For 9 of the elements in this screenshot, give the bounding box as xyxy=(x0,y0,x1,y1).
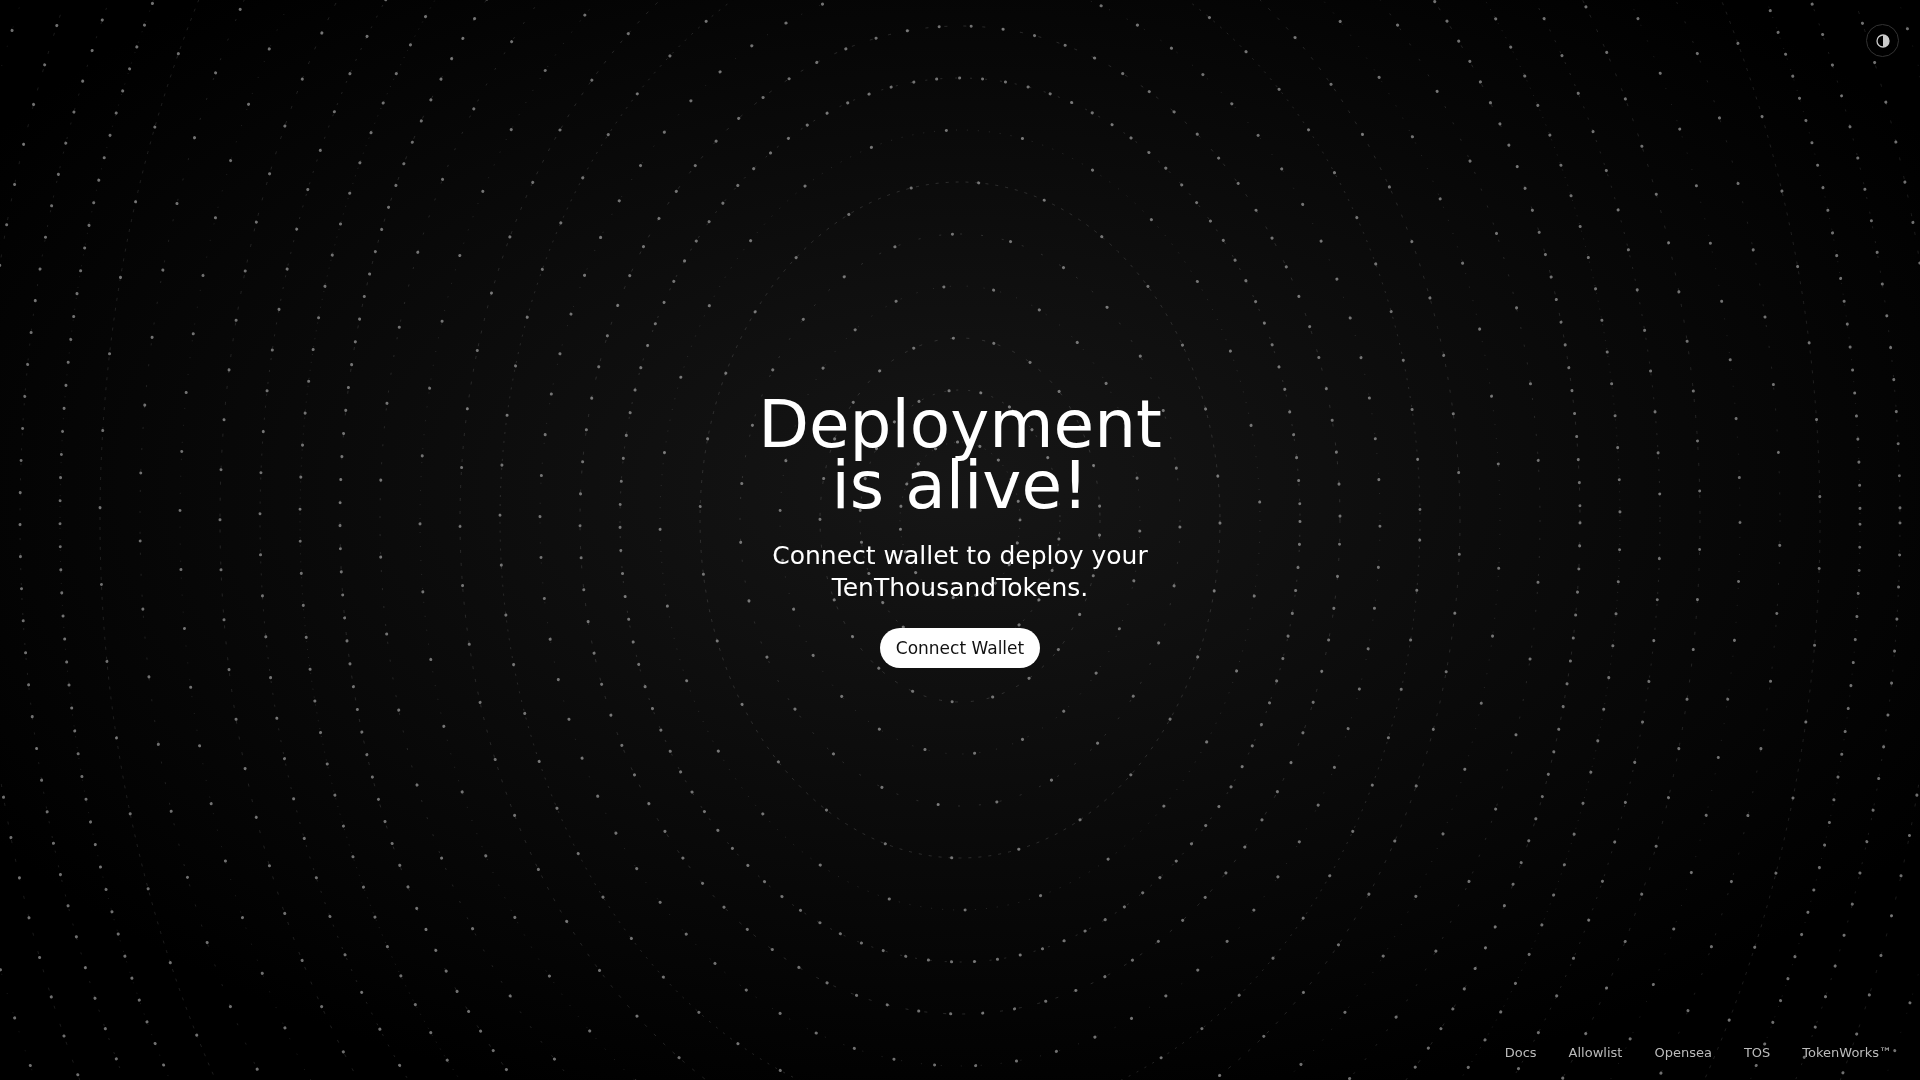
footer-link[interactable]: TokenWorks™ xyxy=(1802,1045,1892,1060)
subtitle-text: Connect wallet to deploy your TenThousandTokens. xyxy=(772,540,1148,604)
footer-link[interactable]: Opensea xyxy=(1654,1045,1712,1060)
contrast-icon xyxy=(1875,33,1890,48)
footer-link[interactable]: Docs xyxy=(1504,1045,1537,1060)
page-heading: Deployment is alive! xyxy=(758,394,1162,516)
footer-link[interactable]: TOS xyxy=(1743,1045,1771,1060)
connect-wallet-button[interactable]: Connect Wallet xyxy=(879,628,1041,668)
footer-link[interactable]: Allowlist xyxy=(1568,1045,1623,1060)
